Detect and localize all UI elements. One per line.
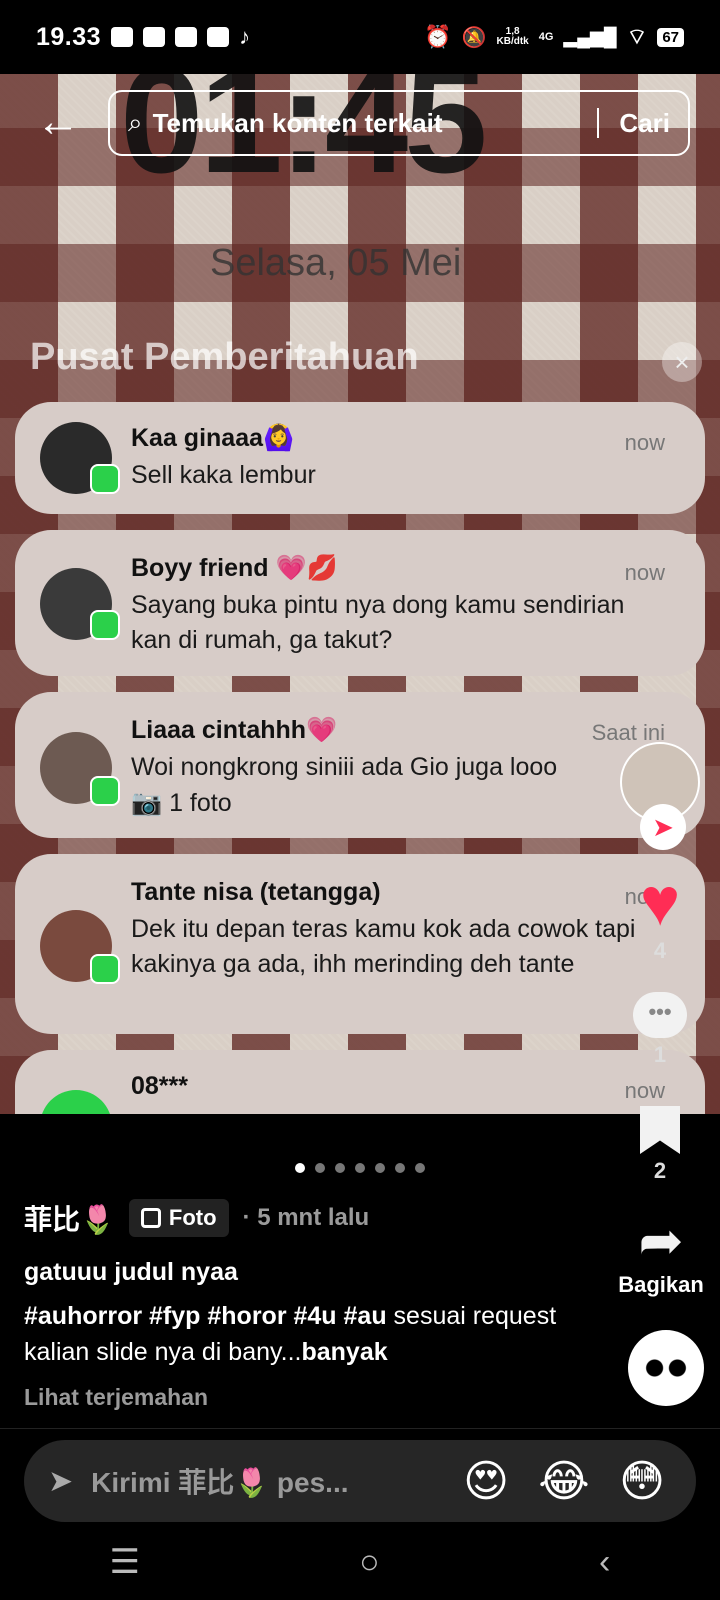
home-icon[interactable]: ○ bbox=[359, 1543, 380, 1582]
notification-card: Liaaa cintahhh💗 Woi nongkrong siniii ada… bbox=[15, 692, 705, 838]
tiktok-icon: ♪ bbox=[239, 24, 251, 49]
like-button[interactable]: ♥ 4 bbox=[610, 868, 710, 964]
status-bar: 19.33 ♪ ⏰ 🔕 1,8 KB/dtk 4G ▂▄▆█ ⌔ 67 bbox=[0, 0, 720, 74]
notification-time: now bbox=[624, 430, 665, 455]
alarm-icon: ⏰ bbox=[424, 24, 452, 49]
face-icon bbox=[628, 1330, 704, 1406]
comment-icon[interactable]: ••• bbox=[633, 992, 687, 1038]
carousel-dot bbox=[415, 1163, 425, 1173]
search-divider bbox=[597, 108, 600, 138]
message-input[interactable]: Kirimi 菲比🌷 pes... bbox=[91, 1461, 438, 1501]
status-app-icons: ♪ bbox=[111, 24, 250, 50]
share-icon[interactable]: ➦ bbox=[606, 1214, 716, 1268]
notification-card: Boyy friend 💗💋 Sayang buka pintu nya don… bbox=[15, 530, 705, 676]
close-icon: × bbox=[662, 342, 702, 382]
follow-icon[interactable]: ➤ bbox=[640, 804, 686, 850]
comment-count: 1 bbox=[653, 1042, 667, 1067]
carousel-dot bbox=[375, 1163, 385, 1173]
post-description[interactable]: #auhorror #fyp #horor #4u #au sesuai req… bbox=[24, 1298, 584, 1370]
emoji-laugh-button[interactable]: 😂 bbox=[534, 1456, 594, 1507]
mute-icon: 🔕 bbox=[461, 26, 487, 49]
notification-message: Sayang buka pintu nya dong kamu sendiria… bbox=[131, 591, 625, 654]
avatar bbox=[40, 1090, 112, 1114]
whatsapp-icon bbox=[90, 610, 120, 640]
send-icon: ➤ bbox=[48, 1464, 74, 1498]
carousel-indicator bbox=[0, 1160, 720, 1178]
app-icon bbox=[175, 27, 198, 47]
x-app-icon bbox=[207, 27, 230, 47]
notification-sender: Tante nisa (tetangga) bbox=[131, 878, 381, 906]
notification-sender: Boyy friend 💗💋 bbox=[131, 554, 338, 582]
notification-sender: 08*** bbox=[131, 1072, 188, 1100]
search-input[interactable]: Temukan konten terkait bbox=[153, 108, 578, 139]
photo-icon bbox=[140, 1208, 161, 1228]
notification-sender: Kaa ginaaa🙆‍♀️ bbox=[131, 424, 295, 452]
notification-time: now bbox=[624, 1078, 665, 1103]
post-type-label: Foto bbox=[168, 1205, 217, 1230]
music-disc[interactable] bbox=[628, 1330, 704, 1406]
menu-icon[interactable]: ☰ bbox=[110, 1542, 140, 1582]
author-name[interactable]: 菲比🌷 bbox=[24, 1198, 115, 1238]
back-icon[interactable]: ← bbox=[36, 100, 80, 144]
heart-icon[interactable]: ♥ bbox=[610, 868, 710, 936]
whatsapp-icon bbox=[90, 464, 120, 494]
signal-label: 4G bbox=[538, 31, 554, 43]
divider bbox=[0, 1428, 720, 1429]
notification-message: Dek itu depan teras kamu kok ada cowok t… bbox=[131, 915, 636, 978]
post-hashtags[interactable]: #auhorror #fyp #horor #4u #au bbox=[24, 1302, 387, 1330]
emoji-flushed-button[interactable]: 😳 bbox=[612, 1456, 672, 1507]
search-icon: ⌕ bbox=[128, 107, 143, 137]
status-time: 19.33 bbox=[36, 22, 102, 51]
mail-icon bbox=[143, 27, 166, 47]
system-nav-bar: ☰ ○ ‹ bbox=[0, 1524, 720, 1600]
share-label: Bagikan bbox=[618, 1272, 704, 1297]
notification-message: Woi nongkrong siniii ada Gio juga looo bbox=[131, 753, 558, 781]
search-bar[interactable]: ⌕ Temukan konten terkait Cari bbox=[108, 90, 690, 156]
whatsapp-icon bbox=[90, 954, 120, 984]
notification-card: 08*** now bbox=[15, 1050, 705, 1114]
notification-time: now bbox=[624, 560, 665, 585]
post-type-badge: Foto bbox=[128, 1199, 229, 1237]
see-more-link[interactable]: banyak bbox=[301, 1338, 387, 1366]
whatsapp-icon bbox=[90, 776, 120, 806]
notification-sender: Liaaa cintahhh💗 bbox=[131, 716, 338, 744]
net-speed: 1,8 KB/dtk bbox=[496, 26, 529, 47]
signal-icon: ▂▄▆█ bbox=[563, 26, 617, 47]
notification-center-title: Pusat Pemberitahuan bbox=[30, 336, 419, 378]
video-icon bbox=[111, 27, 134, 47]
carousel-dot bbox=[355, 1163, 365, 1173]
like-count: 4 bbox=[653, 938, 667, 963]
author-row: 菲比🌷 Foto · 5 mnt lalu bbox=[24, 1198, 369, 1238]
status-right: ⏰ 🔕 1,8 KB/dtk 4G ▂▄▆█ ⌔ 67 bbox=[424, 23, 684, 51]
notification-message: Sell kaka lembur bbox=[131, 461, 316, 489]
post-title: gatuuu judul nyaa bbox=[24, 1258, 238, 1286]
carousel-dot bbox=[315, 1163, 325, 1173]
carousel-dot bbox=[335, 1163, 345, 1173]
share-button[interactable]: ➦ Bagikan bbox=[606, 1214, 716, 1298]
wifi-icon: ⌔ bbox=[626, 24, 648, 49]
carousel-dot bbox=[395, 1163, 405, 1173]
notification-card: Tante nisa (tetangga) Dek itu depan tera… bbox=[15, 854, 705, 1034]
carousel-dot bbox=[295, 1163, 305, 1173]
comment-bar[interactable]: ➤ Kirimi 菲比🌷 pes... 😍 😂 😳 bbox=[24, 1440, 696, 1522]
notification-card: Kaa ginaaa🙆‍♀️ Sell kaka lembur now bbox=[15, 402, 705, 514]
bookmark-icon[interactable] bbox=[640, 1106, 680, 1154]
search-button[interactable]: Cari bbox=[619, 108, 670, 139]
translate-link[interactable]: Lihat terjemahan bbox=[24, 1384, 208, 1411]
lockscreen-date: Selasa, 05 Mei bbox=[210, 242, 462, 284]
post-time: · 5 mnt lalu bbox=[242, 1204, 370, 1231]
comment-button[interactable]: ••• 1 bbox=[610, 992, 710, 1068]
emoji-heart-eyes-button[interactable]: 😍 bbox=[456, 1456, 516, 1507]
back-nav-icon[interactable]: ‹ bbox=[599, 1543, 610, 1582]
notification-attachment: 📷 1 foto bbox=[131, 789, 232, 817]
battery-icon: 67 bbox=[657, 27, 684, 47]
